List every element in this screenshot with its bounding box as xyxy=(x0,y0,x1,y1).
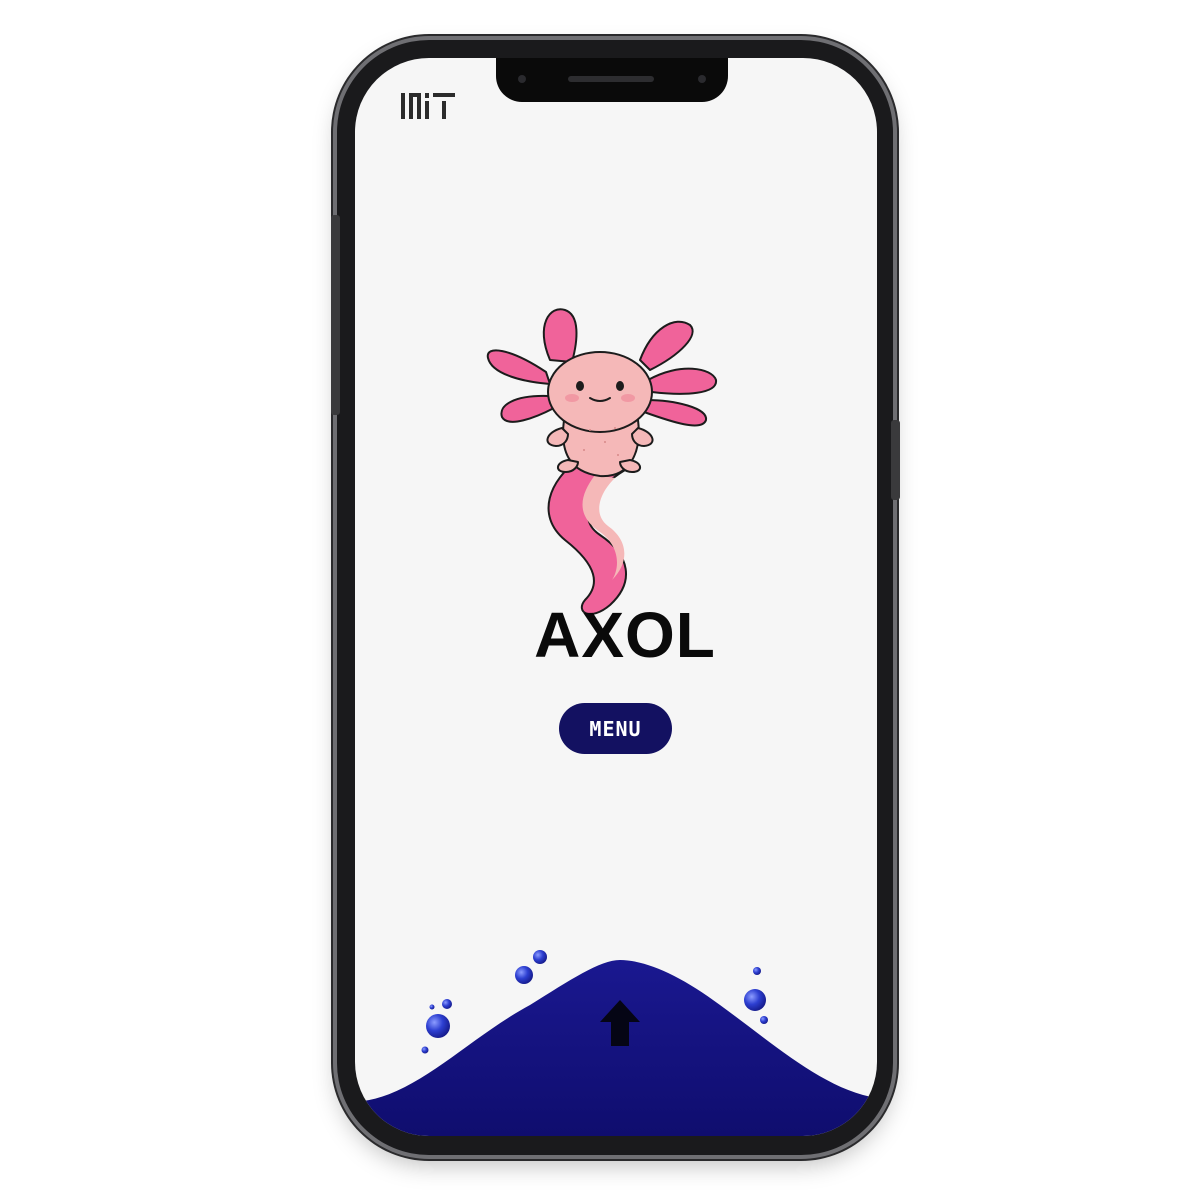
arrow-up-icon[interactable] xyxy=(598,998,642,1048)
phone-side-button-left xyxy=(331,215,340,415)
app-title: AXOL xyxy=(534,599,716,671)
sensor-dot xyxy=(518,75,526,83)
front-camera xyxy=(698,75,706,83)
phone-side-button-right xyxy=(891,420,900,500)
axolotl-illustration xyxy=(486,308,717,616)
menu-button[interactable]: MENU xyxy=(559,703,672,754)
earpiece-speaker xyxy=(568,76,654,82)
mit-logo-icon xyxy=(401,93,455,119)
phone-notch xyxy=(496,58,728,102)
